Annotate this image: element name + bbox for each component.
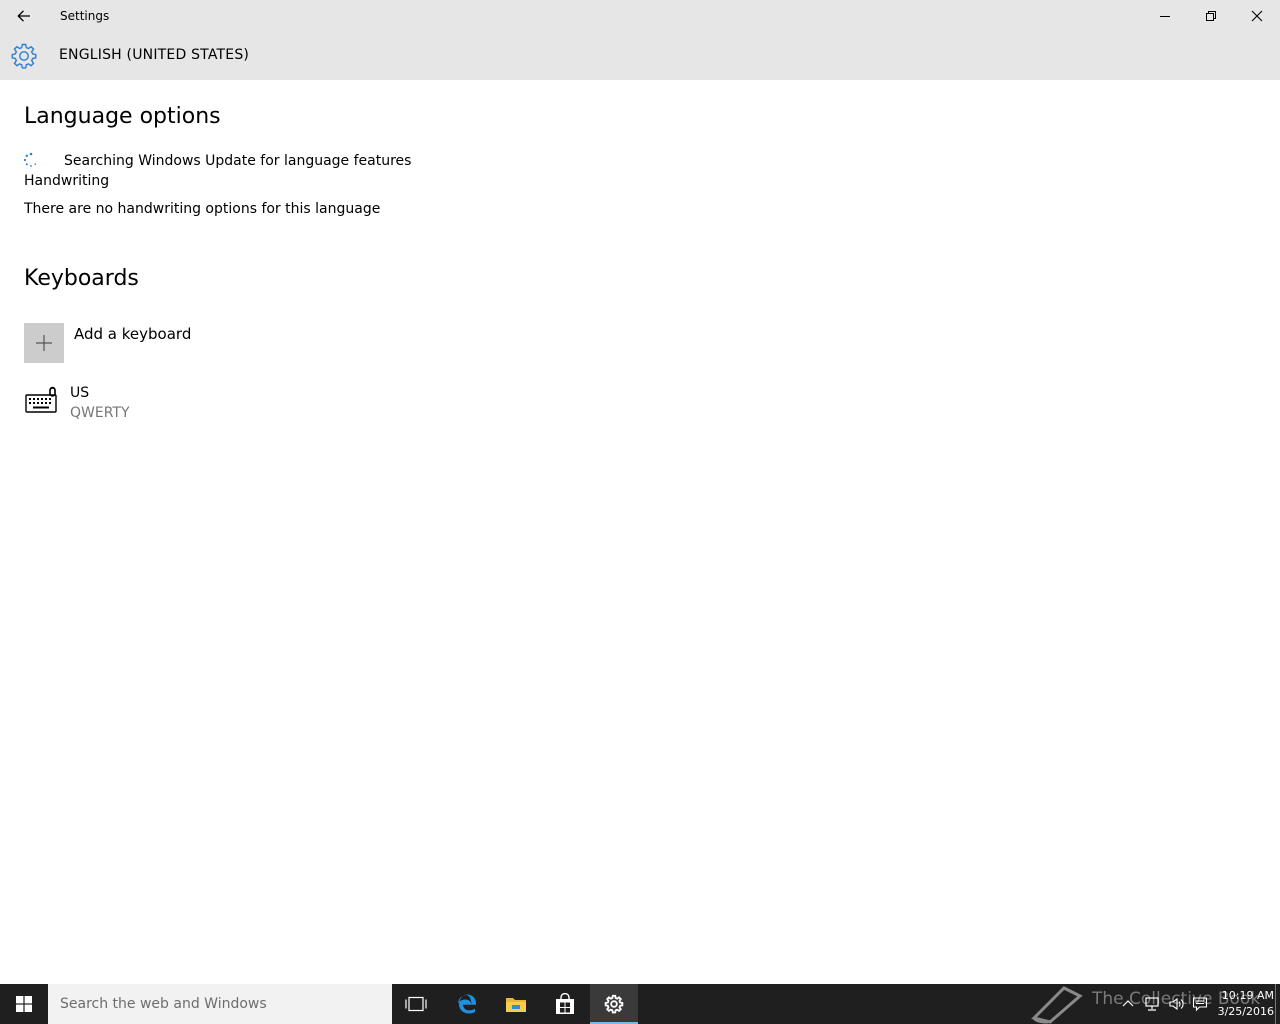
edge-icon [458,994,476,1014]
network-icon[interactable] [1144,996,1160,1012]
plus-icon [36,335,52,351]
minimize-icon [1160,16,1170,17]
add-keyboard-label: Add a keyboard [74,325,192,343]
file-explorer-icon [506,998,526,1012]
clock-time: 10:19 AM [1221,989,1274,1002]
taskbar-search-input[interactable]: Search the web and Windows [48,984,392,1024]
start-icon [16,996,32,1012]
chevron-up-icon[interactable] [1120,996,1136,1012]
add-keyboard-tile [24,323,64,363]
task-view-icon [405,996,427,1012]
minimize-button[interactable] [1142,0,1188,32]
start-button[interactable] [0,984,48,1024]
keyboard-layout: QWERTY [70,405,130,421]
window-title: Settings [60,9,110,23]
task-view-button[interactable] [392,984,440,1024]
language-options-heading: Language options [24,104,221,129]
settings-taskbar-button[interactable] [590,984,638,1024]
handwriting-message: There are no handwriting options for thi… [24,201,381,217]
search-placeholder: Search the web and Windows [60,996,267,1012]
page-header: ENGLISH (UNITED STATES) [0,32,1280,80]
keyboards-heading: Keyboards [24,266,139,291]
title-bar: Settings [0,0,1280,32]
search-status-text: Searching Windows Update for language fe… [64,153,412,169]
taskbar: Search the web and Windows The Collectiv… [0,984,1280,1024]
store-button[interactable] [541,984,589,1024]
clock-date: 3/25/2016 [1217,1005,1274,1018]
book-icon [1031,986,1083,1024]
edge-button[interactable] [443,984,491,1024]
system-tray [1118,984,1218,1024]
file-explorer-button[interactable] [492,984,540,1024]
volume-icon[interactable] [1168,996,1184,1012]
store-icon [556,993,574,1014]
restore-button[interactable] [1188,0,1234,32]
restore-icon [1206,11,1216,21]
keyboard-name: US [70,385,90,401]
handwriting-label: Handwriting [24,173,110,189]
close-icon [1251,10,1263,22]
settings-icon [604,994,624,1014]
add-keyboard-button[interactable]: Add a keyboard [24,323,324,363]
show-desktop-button[interactable] [1275,984,1276,1024]
gear-icon [11,43,37,69]
action-center-icon[interactable] [1192,996,1208,1012]
keyboard-icon [25,386,57,413]
clock[interactable]: 10:19 AM 3/25/2016 [1212,988,1274,1022]
keyboard-item-us[interactable]: US QWERTY [24,384,324,428]
back-arrow-icon [17,10,30,22]
back-button[interactable] [0,0,48,32]
close-button[interactable] [1234,0,1280,32]
page-title: ENGLISH (UNITED STATES) [59,47,250,63]
loading-spinner-icon [23,152,36,167]
